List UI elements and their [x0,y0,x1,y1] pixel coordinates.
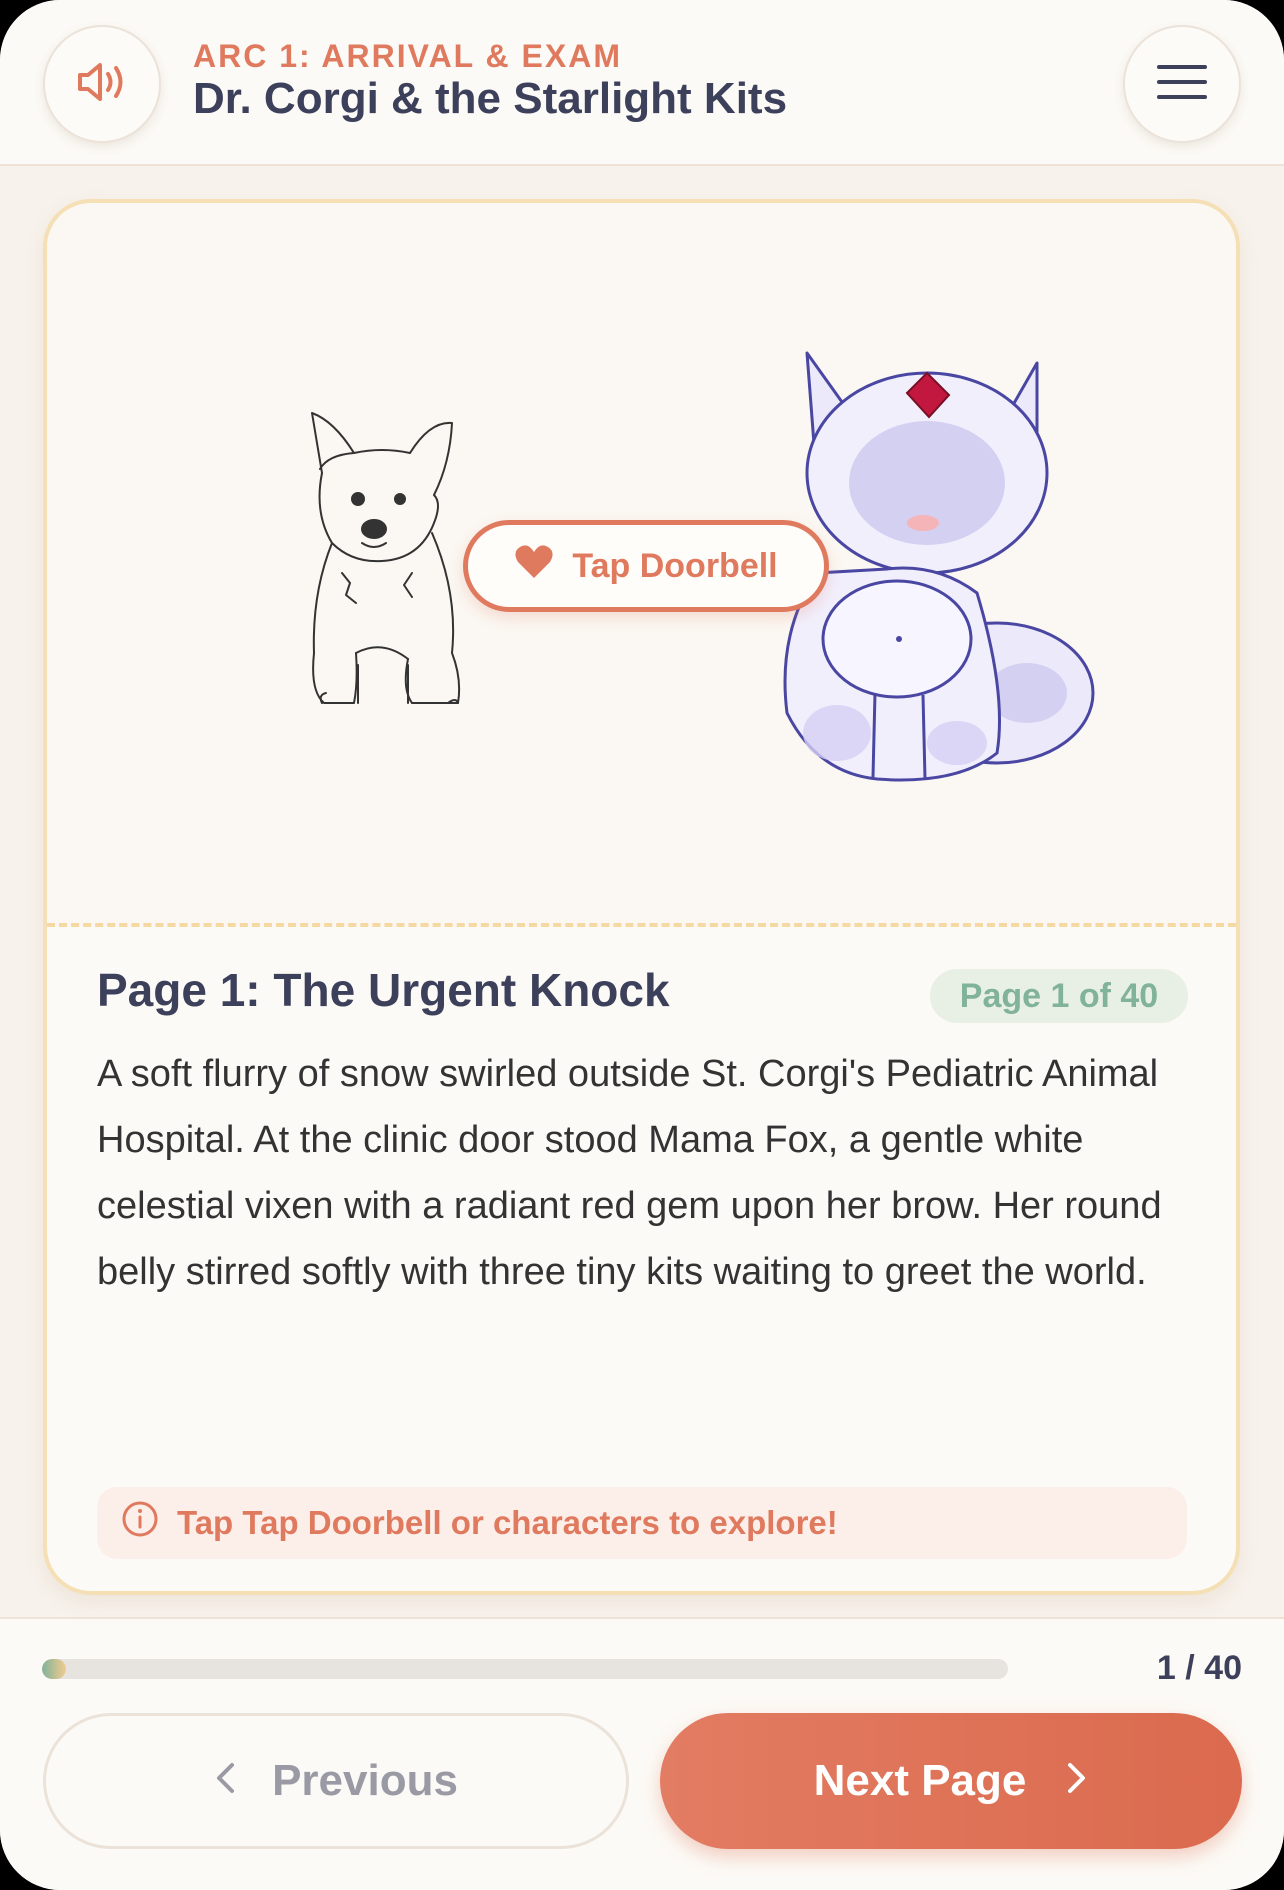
info-circle-icon [121,1500,159,1546]
heart-icon [514,544,554,589]
progress-label: 1 / 40 [1156,1649,1242,1687]
hamburger-menu-icon [1157,63,1207,106]
book-title: Dr. Corgi & the Starlight Kits [193,74,788,123]
hint-text: Tap Tap Doorbell or characters to explor… [177,1504,838,1541]
page-heading: Page 1: The Urgent Knock [97,964,670,1016]
header-bar: ARC 1: ARRIVAL & EXAM Dr. Corgi & the St… [0,0,1284,166]
hint-banner: Tap Tap Doorbell or characters to explor… [97,1487,1187,1559]
page-count-badge: Page 1 of 40 [930,969,1188,1023]
app-screen: ARC 1: ARRIVAL & EXAM Dr. Corgi & the St… [0,0,1284,1890]
sound-button[interactable] [43,25,161,143]
speaker-icon [76,60,128,109]
progress-bar [42,1659,1008,1679]
next-page-label: Next Page [813,1756,1027,1805]
story-card: Tap Doorbell Page 1: The Urgent Knock Pa… [43,199,1240,1595]
arc-label: ARC 1: ARRIVAL & EXAM [193,38,622,74]
chevron-right-icon [1066,1756,1088,1806]
footer-bar: 1 / 40 Previous Next Page [0,1617,1284,1890]
next-page-button[interactable]: Next Page [660,1713,1242,1849]
tap-doorbell-label: Tap Doorbell [572,546,778,585]
scene-illustration: Tap Doorbell [47,203,1236,927]
tap-doorbell-button[interactable]: Tap Doorbell [463,520,829,612]
progress-fill [42,1659,67,1679]
previous-label: Previous [272,1756,458,1805]
previous-button[interactable]: Previous [43,1713,629,1849]
menu-button[interactable] [1123,25,1241,143]
story-text: A soft flurry of snow swirled outside St… [97,1053,1162,1293]
chevron-left-icon [214,1756,236,1806]
